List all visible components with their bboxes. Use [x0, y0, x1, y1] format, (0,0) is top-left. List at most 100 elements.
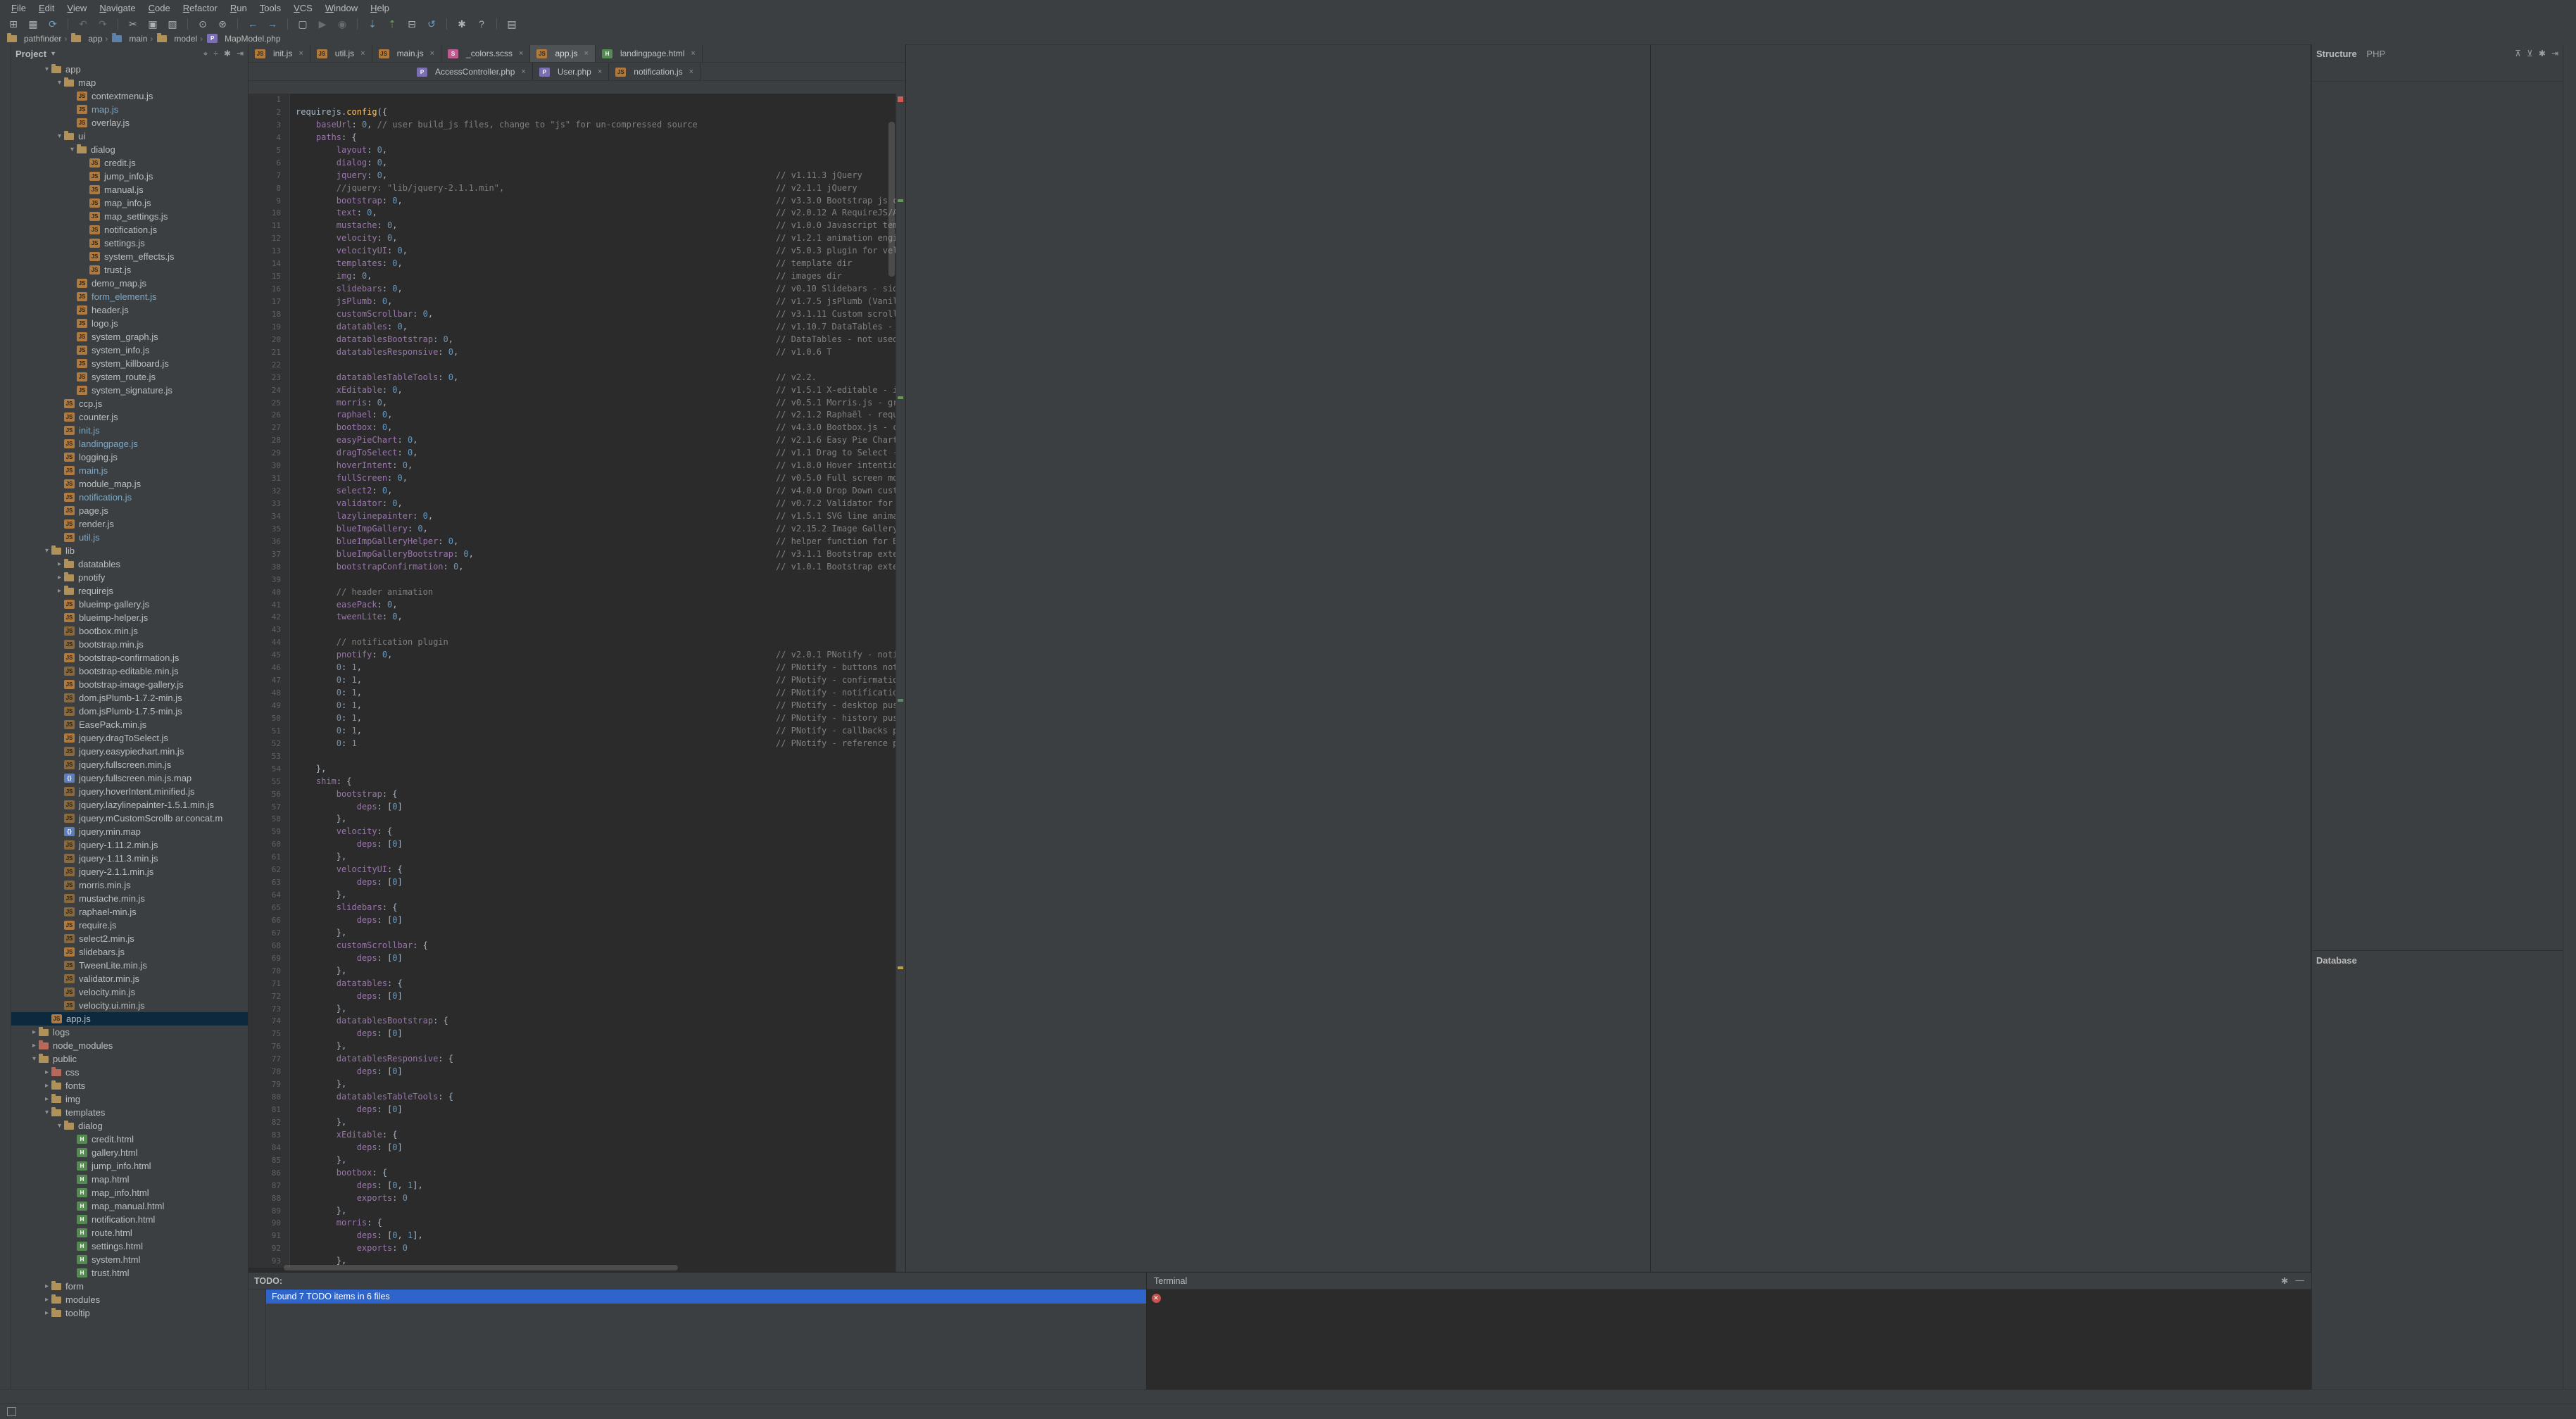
- code-line[interactable]: 56 bootstrap: {: [249, 788, 905, 801]
- tree-item[interactable]: JSjquery-1.11.2.min.js: [11, 838, 248, 852]
- run-icon[interactable]: ▶: [316, 18, 329, 30]
- code-line[interactable]: 90 morris: {: [249, 1217, 905, 1230]
- code-line[interactable]: 43: [249, 624, 905, 636]
- menu-file[interactable]: File: [6, 1, 32, 15]
- todo-list[interactable]: Found 7 TODO items in 6 files: [266, 1289, 1146, 1390]
- code-line[interactable]: 12 velocity: 0,// v1.2.1 animation eng…: [249, 232, 905, 245]
- code-line[interactable]: 22: [249, 359, 905, 372]
- help-icon[interactable]: ?: [475, 18, 488, 30]
- code-line[interactable]: 14 templates: 0,// template dir: [249, 258, 905, 270]
- code-line[interactable]: 68 customScrollbar: {: [249, 940, 905, 952]
- tree-item[interactable]: ▾templates: [11, 1106, 248, 1119]
- tree-item[interactable]: JSjump_info.js: [11, 170, 248, 183]
- code-line[interactable]: 55 shim: {: [249, 776, 905, 788]
- breadcrumb-item[interactable]: main: [112, 34, 147, 44]
- code-line[interactable]: 64 },: [249, 889, 905, 902]
- code-line[interactable]: 77 datatablesResponsive: {: [249, 1053, 905, 1066]
- code-line[interactable]: 61 },: [249, 851, 905, 864]
- tree-item[interactable]: JSjquery.mCustomScrollb ar.concat.m: [11, 812, 248, 825]
- tree-item[interactable]: Hmap_manual.html: [11, 1199, 248, 1213]
- tree-item[interactable]: Hgallery.html: [11, 1146, 248, 1159]
- code-line[interactable]: 66 deps: [0]: [249, 914, 905, 927]
- code-line[interactable]: 18 customScrollbar: 0,// v3.1.11 Custo…: [249, 308, 905, 321]
- code-line[interactable]: 32 select2: 0,// v4.0.0 Drop Down cust…: [249, 485, 905, 498]
- code-line[interactable]: 3 baseUrl: 0, // user build_js files, …: [249, 119, 905, 132]
- tree-item[interactable]: JSvalidator.min.js: [11, 972, 248, 985]
- code-line[interactable]: 86 bootbox: {: [249, 1167, 905, 1180]
- hide-icon[interactable]: ⇥: [2551, 49, 2558, 58]
- tree-item[interactable]: JSsystem_route.js: [11, 370, 248, 384]
- breadcrumb-item[interactable]: pathfinder: [7, 34, 61, 44]
- code-line[interactable]: 91 deps: [0, 1],: [249, 1230, 905, 1242]
- project-header-icon[interactable]: ÷: [213, 49, 218, 59]
- tree-item[interactable]: ▸fonts: [11, 1079, 248, 1092]
- redo-icon[interactable]: ↷: [96, 18, 109, 30]
- tree-item[interactable]: ▾lib: [11, 544, 248, 557]
- tree-item[interactable]: Hsystem.html: [11, 1253, 248, 1266]
- tree-item[interactable]: JScredit.js: [11, 156, 248, 170]
- code-line[interactable]: 54 },: [249, 763, 905, 776]
- tree-item[interactable]: JSrender.js: [11, 517, 248, 531]
- code-line[interactable]: 60 deps: [0]: [249, 838, 905, 851]
- code-line[interactable]: 63 deps: [0]: [249, 876, 905, 889]
- revert-icon[interactable]: ↺: [425, 18, 438, 30]
- tree-item[interactable]: ▸tooltip: [11, 1306, 248, 1320]
- tree-item[interactable]: JSsystem_killboard.js: [11, 357, 248, 370]
- vcs-commit-icon[interactable]: ⇡: [386, 18, 398, 30]
- tree-item[interactable]: JSmain.js: [11, 464, 248, 477]
- run-config-select[interactable]: ▢: [296, 18, 309, 30]
- tree-item[interactable]: JSdom.jsPlumb-1.7.2-min.js: [11, 691, 248, 705]
- code-line[interactable]: 39: [249, 574, 905, 586]
- tree-item[interactable]: JSselect2.min.js: [11, 932, 248, 945]
- tree-item[interactable]: JSlogo.js: [11, 317, 248, 330]
- code-line[interactable]: 10 text: 0,// v2.0.12 A RequireJS/AMD …: [249, 207, 905, 220]
- code-line[interactable]: 20 datatablesBootstrap: 0,// DataTable…: [249, 334, 905, 346]
- close-icon[interactable]: ×: [584, 49, 589, 58]
- tree-item[interactable]: JSnotification.js: [11, 223, 248, 237]
- code-line[interactable]: 8 //jquery: "lib/jquery-2.1.1.min",// v2…: [249, 182, 905, 195]
- code-line[interactable]: 78 deps: [0]: [249, 1066, 905, 1078]
- code-line[interactable]: 53: [249, 750, 905, 763]
- gear-icon[interactable]: ✱: [2539, 49, 2546, 58]
- replace-icon[interactable]: ⊛: [216, 18, 229, 30]
- code-line[interactable]: 38 bootstrapConfirmation: 0,// v1.0.1 …: [249, 561, 905, 574]
- tree-item[interactable]: JSEasePack.min.js: [11, 718, 248, 731]
- tree-item[interactable]: JSsystem_info.js: [11, 343, 248, 357]
- tree-item[interactable]: JSblueimp-helper.js: [11, 611, 248, 624]
- code-line[interactable]: 70 },: [249, 965, 905, 978]
- tree-item[interactable]: JScounter.js: [11, 410, 248, 424]
- tree-item[interactable]: JSmap.js: [11, 103, 248, 116]
- close-icon[interactable]: ×: [521, 68, 525, 76]
- close-icon[interactable]: ×: [360, 49, 365, 58]
- code-line[interactable]: 31 fullScreen: 0,// v0.5.0 Full screen…: [249, 472, 905, 485]
- tab-app-js[interactable]: JSapp.js×: [530, 45, 595, 62]
- structure-tree[interactable]: [2312, 82, 2563, 950]
- tree-item[interactable]: ▾app: [11, 63, 248, 76]
- tree-item[interactable]: Hroute.html: [11, 1226, 248, 1240]
- code-line[interactable]: 2requirejs.config({: [249, 106, 905, 119]
- tree-item[interactable]: ▸requirejs: [11, 584, 248, 598]
- expand-icon[interactable]: ⊼: [2515, 49, 2521, 58]
- project-header-icon[interactable]: ✱: [224, 49, 231, 59]
- code-line[interactable]: 35 blueImpGallery: 0,// v2.15.2 Image …: [249, 523, 905, 536]
- code-line[interactable]: 84 deps: [0]: [249, 1142, 905, 1154]
- code-line[interactable]: 24 xEditable: 0,// v1.5.1 X-editable -…: [249, 384, 905, 397]
- tree-item[interactable]: JSdom.jsPlumb-1.7.5-min.js: [11, 705, 248, 718]
- breadcrumb-item[interactable]: app: [71, 34, 102, 44]
- tree-item[interactable]: ▸pnotify: [11, 571, 248, 584]
- undo-icon[interactable]: ↶: [77, 18, 89, 30]
- chevron-down-icon[interactable]: ▼: [50, 50, 56, 57]
- tree-item[interactable]: JSsystem_signature.js: [11, 384, 248, 397]
- project-header-icon[interactable]: ⇥: [237, 49, 244, 59]
- close-icon[interactable]: ×: [519, 49, 523, 58]
- horizontal-scrollbar[interactable]: [284, 1265, 678, 1270]
- vertical-scrollbar[interactable]: [888, 122, 895, 277]
- code-line[interactable]: 30 hoverIntent: 0,// v1.8.0 Hover inte…: [249, 460, 905, 472]
- code-line[interactable]: 74 datatablesBootstrap: {: [249, 1015, 905, 1028]
- tree-item[interactable]: ▸form: [11, 1280, 248, 1293]
- project-tree[interactable]: ▾app▾map JScontextmenu.js JSmap.js JSove…: [11, 63, 248, 1390]
- code-line[interactable]: 89 },: [249, 1205, 905, 1218]
- tree-item[interactable]: ▸css: [11, 1066, 248, 1079]
- database-tree[interactable]: [2312, 969, 2563, 1390]
- tree-item[interactable]: JSoverlay.js: [11, 116, 248, 130]
